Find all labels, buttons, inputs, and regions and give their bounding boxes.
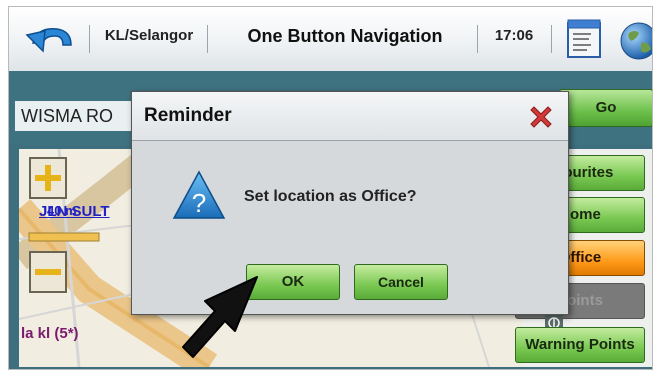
zoom-in-button[interactable]	[29, 157, 67, 199]
divider	[551, 25, 552, 53]
close-button[interactable]	[526, 102, 556, 132]
plus-icon	[35, 165, 61, 191]
app-window: KL/Selangor One Button Navigation 17:06	[8, 6, 653, 370]
pointer-arrow-icon	[182, 276, 258, 358]
warning-points-button[interactable]: Warning Points	[515, 327, 645, 363]
back-button[interactable]	[23, 21, 79, 57]
zoom-out-button[interactable]	[29, 251, 67, 293]
cancel-button[interactable]: Cancel	[354, 264, 448, 300]
menu-list-icon[interactable]	[565, 17, 605, 61]
top-bar: KL/Selangor One Button Navigation 17:06	[9, 7, 652, 72]
page-title: One Button Navigation	[247, 26, 443, 46]
minus-icon	[35, 269, 61, 275]
divider	[89, 25, 90, 53]
place-label: la kl (5*)	[21, 325, 79, 342]
question-icon: ?	[172, 170, 226, 220]
dialog-message: Set location as Office?	[244, 188, 417, 205]
dialog-title-bar: Reminder	[132, 92, 568, 141]
speed-label: 40 m	[47, 203, 77, 218]
dialog-title: Reminder	[144, 105, 232, 126]
region-label[interactable]: KL/Selangor	[95, 27, 203, 44]
svg-text:?: ?	[192, 188, 206, 218]
clock: 17:06	[494, 27, 534, 44]
close-icon	[530, 106, 552, 128]
back-arrow-icon	[25, 28, 72, 53]
divider	[207, 25, 208, 53]
divider	[477, 25, 478, 53]
go-button[interactable]: Go	[559, 89, 652, 127]
globe-icon[interactable]	[619, 21, 652, 61]
